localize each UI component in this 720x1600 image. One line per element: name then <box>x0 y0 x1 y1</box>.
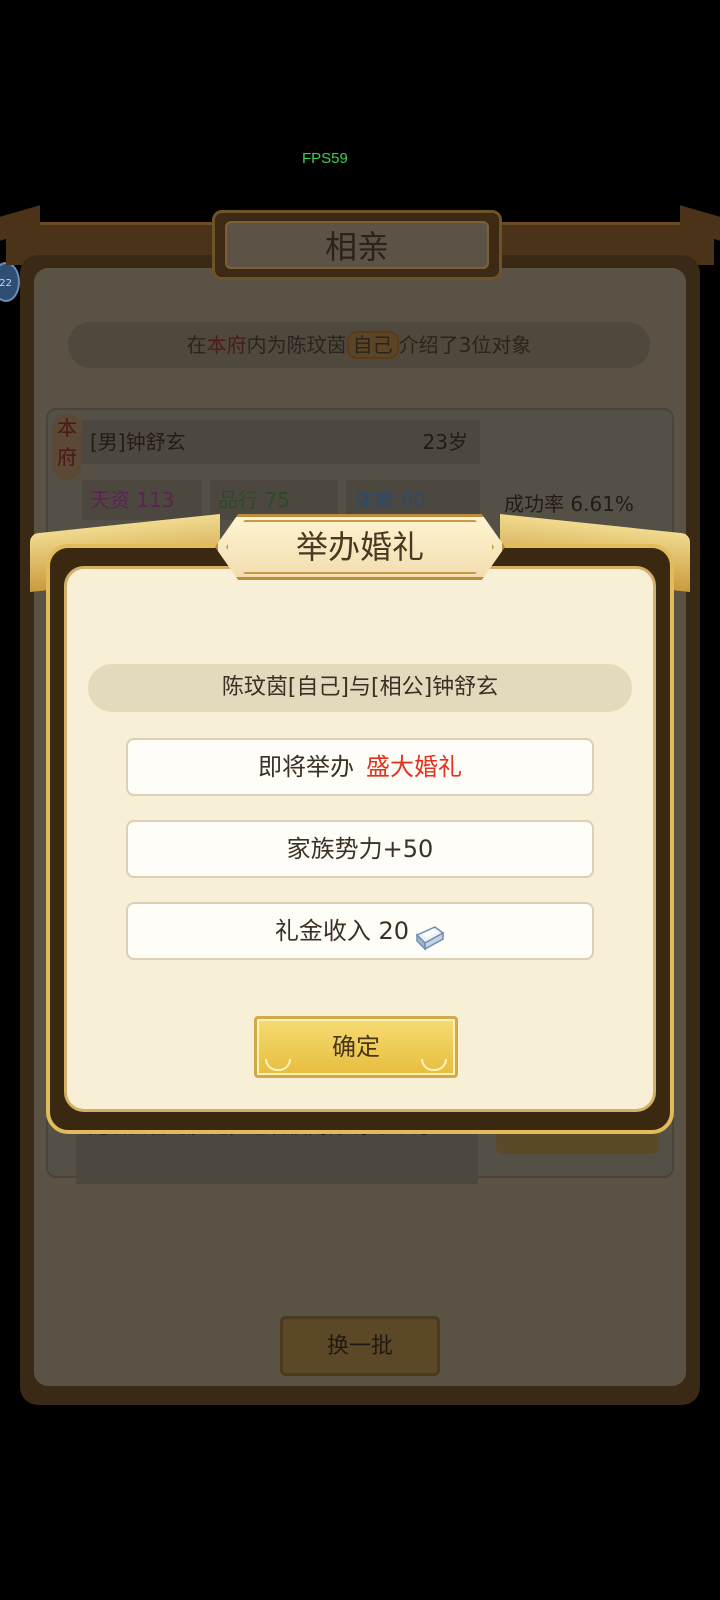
stat-talent: 天资 113 <box>82 480 202 520</box>
self-tag: 自己 <box>346 331 399 359</box>
info-prefix: 在 <box>186 333 207 357</box>
candidate-age: 23岁 <box>422 430 468 454</box>
dialog-title: 举办婚礼 <box>295 528 424 566</box>
gift-money-box: 礼金收入 20 <box>126 902 594 960</box>
wedding-prefix: 即将举办 <box>258 753 354 781</box>
info-middle: 内为陈玟茵 <box>246 333 347 357</box>
confirm-button[interactable]: 确定 <box>254 1016 458 1078</box>
swap-batch-button[interactable]: 换一批 <box>280 1316 440 1376</box>
wedding-type: 盛大婚礼 <box>366 753 462 781</box>
success-rate: 成功率 6.61% <box>504 492 634 516</box>
confirm-label: 确定 <box>332 1033 380 1061</box>
wedding-type-box: 即将举办 盛大婚礼 <box>126 738 594 796</box>
influence-box: 家族势力+50 <box>126 820 594 878</box>
influence-text: 家族势力+50 <box>286 835 434 863</box>
panel-title: 相亲 <box>225 221 489 269</box>
button-corner-decoration <box>421 1059 447 1071</box>
candidate-name-row: [男]钟舒玄 23岁 <box>82 420 480 464</box>
silver-ingot-icon <box>411 916 445 951</box>
candidate-source-tag: 本府 <box>52 414 82 480</box>
panel-title-plate: 相亲 <box>212 210 502 280</box>
candidate-name: [男]钟舒玄 <box>90 430 186 454</box>
info-suffix: 介绍了3位对象 <box>398 333 532 357</box>
info-place: 本府 <box>206 333 247 357</box>
gift-money-text: 礼金收入 20 <box>274 917 410 945</box>
couple-names: 陈玟茵[自己]与[相公]钟舒玄 <box>88 664 632 712</box>
side-badge[interactable]: 22 <box>0 262 20 302</box>
button-corner-decoration <box>265 1059 291 1071</box>
matchmaking-info: 在本府内为陈玟茵 自己 介绍了3位对象 <box>68 322 650 368</box>
